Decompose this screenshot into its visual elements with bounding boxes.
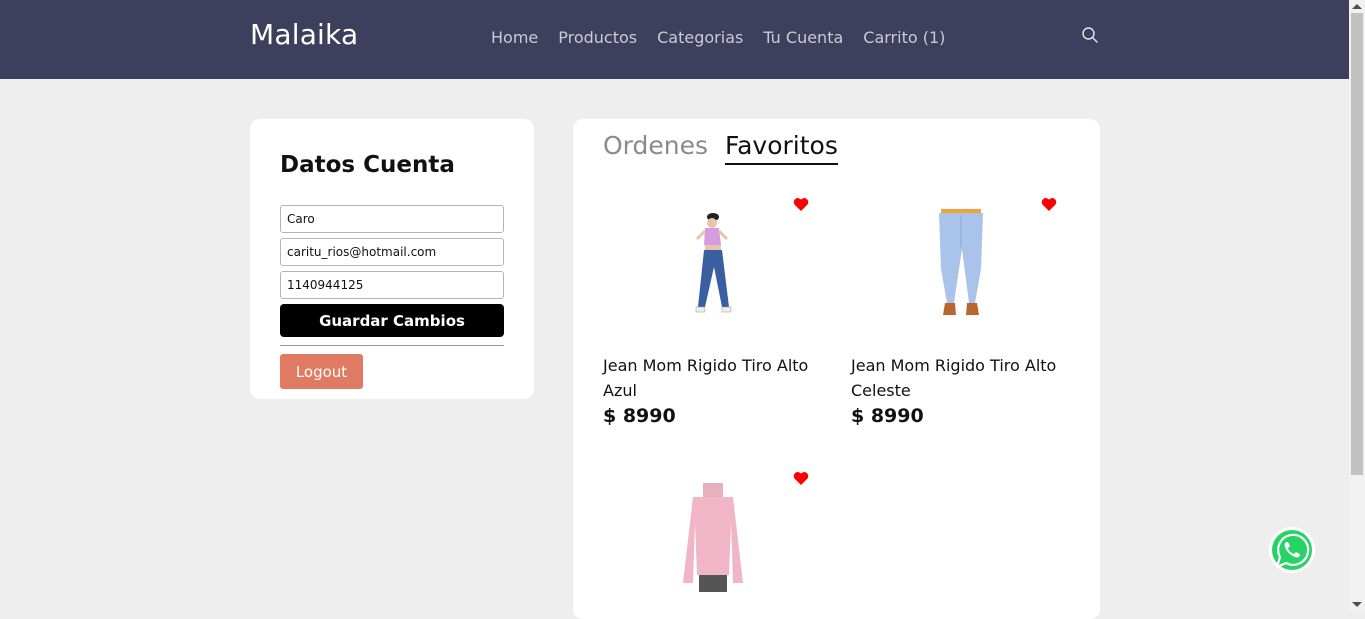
product-price: $ 8990	[851, 405, 924, 427]
whatsapp-icon[interactable]	[1268, 526, 1316, 574]
heart-icon[interactable]	[793, 197, 809, 212]
product-image[interactable]	[923, 209, 999, 318]
scroll-up-arrow[interactable]	[1352, 4, 1362, 9]
scroll-down-arrow[interactable]	[1352, 602, 1362, 607]
brand-logo[interactable]: Malaika	[250, 18, 358, 51]
name-field[interactable]	[280, 205, 504, 233]
orders-favorites-card: Ordenes Favoritos Jean Mom Rigido Tiro A…	[573, 119, 1100, 619]
account-data-card: Datos Cuenta Guardar Cambios Logout	[250, 119, 534, 399]
email-field[interactable]	[280, 238, 504, 266]
tab-orders[interactable]: Ordenes	[603, 131, 708, 163]
top-navbar: Malaika Home Productos Categorias Tu Cue…	[0, 0, 1349, 79]
nav-productos[interactable]: Productos	[558, 28, 637, 47]
scroll-thumb[interactable]	[1351, 13, 1363, 475]
product-image[interactable]	[675, 483, 751, 592]
phone-field[interactable]	[280, 271, 504, 299]
tab-favorites[interactable]: Favoritos	[725, 131, 838, 165]
product-name[interactable]: Jean Mom Rigido Tiro Alto Azul	[603, 353, 821, 403]
account-title: Datos Cuenta	[280, 152, 455, 178]
heart-icon[interactable]	[1041, 197, 1057, 212]
page-scrollbar[interactable]	[1349, 0, 1365, 611]
main-nav: Home Productos Categorias Tu Cuenta Carr…	[491, 28, 945, 47]
search-icon[interactable]	[1081, 26, 1099, 44]
nav-tu-cuenta[interactable]: Tu Cuenta	[763, 28, 843, 47]
heart-icon[interactable]	[793, 471, 809, 486]
save-changes-button[interactable]: Guardar Cambios	[280, 304, 504, 337]
product-image[interactable]	[675, 209, 751, 318]
divider	[280, 345, 504, 346]
product-price: $ 8990	[603, 405, 676, 427]
logout-button[interactable]: Logout	[280, 354, 363, 389]
nav-home[interactable]: Home	[491, 28, 538, 47]
nav-carrito[interactable]: Carrito (1)	[863, 28, 945, 47]
product-name[interactable]: Jean Mom Rigido Tiro Alto Celeste	[851, 353, 1069, 403]
nav-categorias[interactable]: Categorias	[657, 28, 743, 47]
